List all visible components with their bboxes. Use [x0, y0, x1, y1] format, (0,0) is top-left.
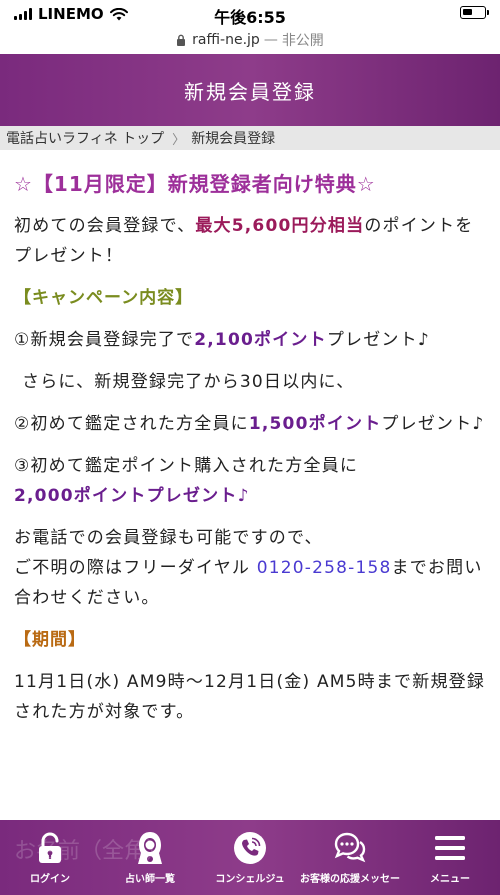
fortune-teller-icon [138, 832, 162, 864]
free-dial-link[interactable]: 0120-258-158 [257, 558, 392, 578]
phone-icon [234, 832, 266, 864]
nav-concierge[interactable]: コンシェルジュ [200, 820, 300, 895]
max-points-highlight: 最大5,600円分相当 [195, 216, 365, 236]
campaign-heading: 【キャンペーン内容】 [14, 288, 194, 308]
page-title: 新規会員登録 [184, 79, 316, 104]
nav-login-label: ログイン [30, 874, 70, 885]
nav-concierge-label: コンシェルジュ [215, 874, 285, 885]
main-content: ☆【11月限定】新規登録者向け特典☆ 初めての会員登録で、最大5,600円分相当… [0, 150, 500, 820]
site-header: 新規会員登録 [0, 54, 500, 126]
intro-text: 初めての会員登録で、最大5,600円分相当のポイントをプレゼント！ [14, 216, 474, 266]
nav-fortune-tellers-label: 占い師一覧 [125, 874, 175, 885]
campaign-item-1: ①新規会員登録完了で2,100ポイントプレゼント♪ [14, 330, 430, 350]
breadcrumb-separator: 〉 [172, 132, 186, 148]
campaign-note: さらに、新規登録完了から30日以内に、 [22, 372, 355, 392]
nav-login[interactable]: ログイン [0, 820, 100, 895]
item-1-points: 2,100ポイント [194, 330, 327, 350]
period-heading: 【期間】 [14, 630, 86, 650]
nav-menu[interactable]: メニュー [400, 820, 500, 895]
address-bar[interactable]: raffi-ne.jp — 非公開 [0, 26, 500, 54]
item-3-points: 2,000ポイントプレゼント♪ [14, 486, 250, 506]
url-domain: raffi-ne.jp [192, 32, 260, 48]
promo-title: ☆【11月限定】新規登録者向け特典☆ [14, 172, 376, 196]
campaign-item-3: ③初めて鑑定ポイント購入された方全員に 2,000ポイントプレゼント♪ [14, 456, 359, 506]
lock-icon [177, 34, 186, 46]
lock-icon [39, 832, 61, 863]
url-private-note: 非公開 [281, 33, 324, 49]
nav-menu-label: メニュー [430, 874, 470, 885]
url-separator: — [263, 32, 278, 48]
breadcrumb-current: 新規会員登録 [191, 131, 276, 147]
item-2-points: 1,500ポイント [248, 414, 382, 434]
nav-customer-messages-label: お客様の応援メッセージ [300, 874, 400, 885]
breadcrumb: 電話占いラフィネ トップ 〉 新規会員登録 [0, 126, 500, 150]
bottom-nav: ログイン 占い師一覧 コンシェルジュ お客様の応援メッセージ メニュー [0, 820, 500, 895]
period-text: 11月1日(水) AM9時〜12月1日(金) AM5時まで新規登録された方が対象… [14, 672, 486, 722]
breadcrumb-home-link[interactable]: 電話占いラフィネ トップ [6, 128, 164, 148]
battery-icon [460, 6, 489, 19]
campaign-item-2: ②初めて鑑定された方全員に1,500ポイントプレゼント♪ [14, 414, 485, 434]
status-bar: LINEMO 午後6:55 [0, 0, 500, 27]
clock: 午後6:55 [214, 8, 286, 27]
nav-fortune-tellers[interactable]: 占い師一覧 [100, 820, 200, 895]
hamburger-menu-icon [435, 836, 465, 860]
phone-registration-text: お電話での会員登録も可能ですので、 ご不明の際はフリーダイヤル 0120-258-… [14, 528, 483, 608]
nav-customer-messages[interactable]: お客様の応援メッセージ [300, 820, 400, 895]
chat-bubble-icon [334, 832, 366, 863]
